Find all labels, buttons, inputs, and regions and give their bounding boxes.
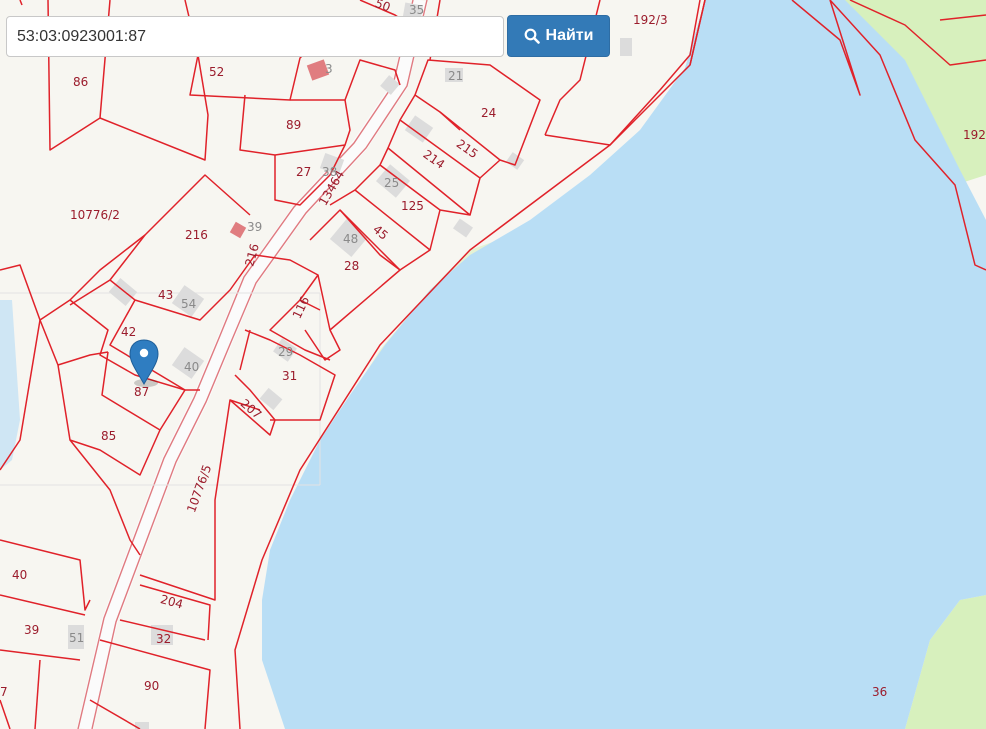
lake xyxy=(262,0,986,729)
svg-text:21: 21 xyxy=(448,69,463,83)
cadastral-map[interactable]: 50 192/3 86 52 24 89 215 214 27 125 1077… xyxy=(0,0,986,729)
svg-text:54: 54 xyxy=(181,297,196,311)
svg-text:36: 36 xyxy=(872,685,887,699)
svg-text:3: 3 xyxy=(325,62,333,76)
svg-text:28: 28 xyxy=(344,259,359,273)
svg-text:42: 42 xyxy=(121,325,136,339)
svg-text:204: 204 xyxy=(159,592,185,611)
svg-text:192/3: 192/3 xyxy=(633,13,668,27)
svg-text:45: 45 xyxy=(370,222,391,243)
grid-lines xyxy=(0,292,321,486)
svg-text:43: 43 xyxy=(158,288,173,302)
svg-text:87: 87 xyxy=(134,385,149,399)
svg-text:116: 116 xyxy=(290,294,312,321)
search-icon xyxy=(524,28,540,44)
svg-text:40: 40 xyxy=(12,568,27,582)
svg-text:86: 86 xyxy=(73,75,88,89)
svg-text:216: 216 xyxy=(185,228,208,242)
search-input[interactable] xyxy=(6,16,504,57)
svg-text:29: 29 xyxy=(278,345,293,359)
svg-text:85: 85 xyxy=(101,429,116,443)
svg-text:35: 35 xyxy=(409,3,424,17)
search-button-label: Найти xyxy=(545,27,594,44)
svg-text:31: 31 xyxy=(282,369,297,383)
svg-text:10776/2: 10776/2 xyxy=(70,208,120,222)
svg-text:7: 7 xyxy=(0,685,8,699)
svg-text:32: 32 xyxy=(156,632,171,646)
svg-text:125: 125 xyxy=(401,199,424,213)
svg-text:10776/5: 10776/5 xyxy=(184,463,214,515)
svg-text:25: 25 xyxy=(384,176,399,190)
svg-text:39: 39 xyxy=(24,623,39,637)
svg-text:27: 27 xyxy=(296,165,311,179)
svg-text:52: 52 xyxy=(209,65,224,79)
search-button[interactable]: Найти xyxy=(507,15,610,57)
svg-text:40: 40 xyxy=(184,360,199,374)
svg-text:207: 207 xyxy=(238,396,265,421)
svg-text:24: 24 xyxy=(481,106,496,120)
svg-text:38: 38 xyxy=(322,165,337,179)
svg-text:192: 192 xyxy=(963,128,986,142)
svg-text:90: 90 xyxy=(144,679,159,693)
svg-text:89: 89 xyxy=(286,118,301,132)
svg-text:48: 48 xyxy=(343,232,358,246)
svg-text:51: 51 xyxy=(69,631,84,645)
svg-text:39: 39 xyxy=(247,220,262,234)
